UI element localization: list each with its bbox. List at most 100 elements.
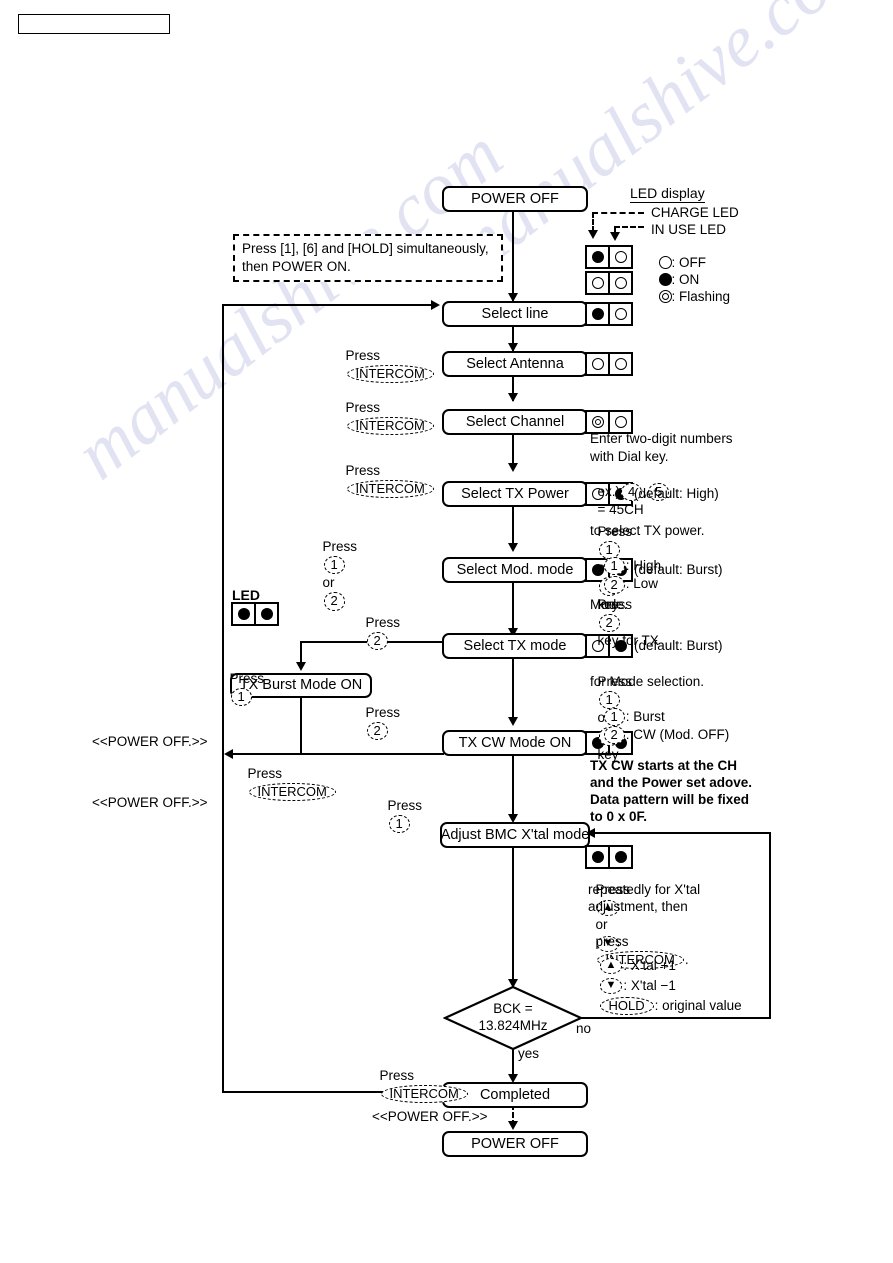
tx-mode-note-line4: 2: CW (Mod. OFF) [595,708,730,745]
no-branch-horizontal [581,1017,771,1019]
legend-in-use-led-label: IN USE LED [651,222,727,237]
cw-note-line3: Data pattern will be fixed [590,792,750,807]
transition-3: Press INTERCOM [338,444,435,499]
channel-note-line2: with Dial key. [590,449,669,464]
xtal-hold-row: HOLD: original value [591,979,742,1016]
mod-mode-note-line2: Mode. [590,597,628,612]
connector-5 [512,579,514,634]
transition-7-press: Press [365,704,401,720]
legend-charge-led-label: CHARGE LED [651,205,739,220]
legend-inuse-pointer [614,226,644,228]
burst-down-connector [300,694,302,754]
legend-led-pair-top [585,245,633,269]
power-off-bottom-label: <<POWER OFF.>> [372,1109,488,1124]
led-select-antenna [585,352,633,376]
transition-4-or: or [322,575,335,591]
xtal-hold-label: : original value [654,997,742,1013]
legend-flashing-row: : Flashing [651,274,730,304]
step-select-line: Select line [442,301,588,327]
legend-flashing-label: : Flashing [671,289,731,304]
step-select-tx-power: Select TX Power [442,481,588,507]
legend-charge-pointer [592,212,644,214]
tx-power-default-label: (default: High) [634,486,719,501]
tx-power-note-line2: to select TX power. [590,523,705,538]
transition-5: Press 2 [358,596,401,651]
transition-6-press: Press [229,670,265,686]
legend-title: LED display [630,185,705,203]
intercom-key-6[interactable]: INTERCOM [380,1084,468,1104]
decision-no-label: no [576,1021,592,1036]
key-1-a[interactable]: 1 [323,555,345,575]
led-flashing-icon [658,290,672,303]
power-off-left-label-2: <<POWER OFF.>> [92,795,208,810]
connector-7 [512,752,514,820]
arrow-3 [507,463,518,472]
decision-line2: 13.824MHz [478,1017,548,1033]
decision-label: BCK = 13.824MHz [448,1001,578,1035]
arrow-return-into-select-line [431,299,440,310]
transition-7: Press 2 [358,686,401,741]
xtal-note-line2: repeatedly for X'tal [588,882,701,897]
end-power-off-box: POWER OFF [442,1131,588,1157]
no-branch-return-horizontal [594,832,771,834]
no-branch-vertical [769,832,771,1018]
transition-4: Press 1 or 2 [315,520,357,611]
step-select-mod-mode: Select Mod. mode [442,557,588,583]
channel-ex-prefix: ex.) [597,483,621,499]
key-2-e[interactable]: 2 [598,613,620,633]
arrow-6 [507,717,518,726]
entry-instruction-text: Press [1], [6] and [HOLD] simultaneously… [242,241,489,275]
connector-start-to-select-line [512,208,514,301]
transition-9-press: Press [387,797,423,813]
cw-note-line1: TX CW starts at the CH [590,758,738,773]
transition-8: Press INTERCOM [240,747,337,802]
key-1-g[interactable]: 1 [388,814,410,834]
transition-10-press: Press [379,1067,415,1083]
legend-charge-arrow [588,230,598,239]
entry-instruction-note: Press [1], [6] and [HOLD] simultaneously… [233,234,503,283]
channel-note-line1: Enter two-digit numbers [590,431,733,446]
power-off-left-label-1: <<POWER OFF.>> [92,734,208,749]
branch-led-title: LED [232,587,260,603]
transition-2: Press INTERCOM [338,381,435,436]
arrow-completed-to-power-off [507,1121,518,1130]
transition-2-press: Press [345,399,381,415]
key-2-h[interactable]: 2 [366,721,388,741]
key-2-g[interactable]: 2 [603,726,625,745]
intercom-key-3[interactable]: INTERCOM [346,479,434,499]
xtal-period: . [684,951,689,967]
key-2-d[interactable]: 2 [366,631,388,651]
transition-4-press: Press [322,538,358,554]
intercom-key-2[interactable]: INTERCOM [346,416,434,436]
legend-inuse-arrow [610,232,620,241]
transition-3-press: Press [345,462,381,478]
transition-9: Press 1 [380,779,423,834]
legend-charge-pointer-vert [592,212,594,232]
key-1-f[interactable]: 1 [230,687,252,707]
step-tx-cw-mode-on: TX CW Mode ON [442,730,588,756]
connector-6 [512,655,514,723]
step-select-tx-mode: Select TX mode [442,633,588,659]
arrow-cw-to-left-return [224,748,233,759]
tx-mode-default-label: (default: Burst) [634,638,723,653]
intercom-key-4[interactable]: INTERCOM [248,782,336,802]
start-power-off-box: POWER OFF [442,186,588,212]
branch-led-pair [231,602,279,626]
decision-line1: BCK = [493,1001,533,1016]
step-select-antenna: Select Antenna [442,351,588,377]
tx-mode-note-line2: for Mode selection. [590,674,705,689]
key-1-c[interactable]: 1 [603,557,625,576]
transition-1: Press INTERCOM [338,329,435,384]
arrow-4 [507,543,518,552]
transition-10: Press INTERCOM [372,1049,469,1104]
connector-8 [512,844,514,986]
led-select-line [585,302,633,326]
txmode-cw-label: : CW (Mod. OFF) [625,726,730,742]
transition-5-press: Press [365,614,401,630]
mod-mode-default-label: (default: Burst) [634,562,723,577]
key-2-a[interactable]: 2 [323,592,345,611]
transition-6: Press 1 [222,652,265,707]
decision-yes-label: yes [518,1046,540,1061]
hold-key[interactable]: HOLD [599,997,654,1016]
legend-led-pair-bottom [585,271,633,295]
